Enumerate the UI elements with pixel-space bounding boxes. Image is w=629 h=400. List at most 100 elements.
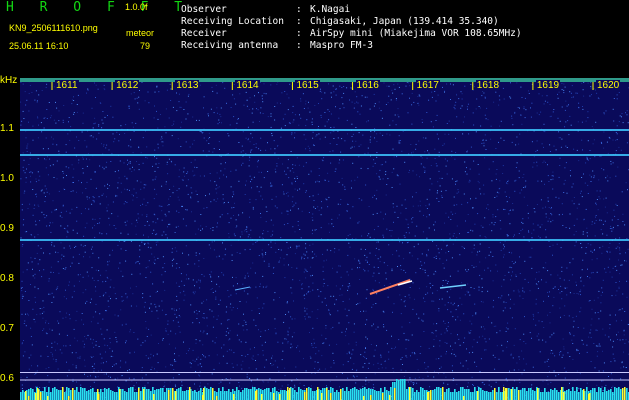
level-bar [486, 391, 488, 400]
level-bar [268, 388, 270, 400]
level-bar [468, 389, 470, 400]
level-bar [456, 392, 458, 400]
level-bar [266, 388, 268, 400]
level-bar [282, 390, 284, 400]
x-tick-label: 1615 [295, 80, 320, 91]
x-tick-label: 1617 [415, 80, 440, 91]
level-bar [524, 388, 526, 400]
level-bar [446, 389, 448, 400]
level-bar [586, 387, 588, 400]
level-bar [436, 387, 438, 400]
level-bar [338, 392, 340, 400]
x-tick-label: 1618 [475, 80, 501, 91]
level-bar [616, 388, 618, 400]
level-spike [330, 393, 332, 400]
level-bar [196, 392, 198, 400]
level-bar [550, 389, 552, 400]
level-bar [372, 389, 374, 400]
level-bar [214, 391, 216, 400]
level-bar [526, 391, 528, 400]
level-spike [306, 388, 308, 400]
detection-count: 79 [140, 41, 151, 51]
level-spike [518, 390, 520, 400]
level-bar [492, 390, 494, 400]
level-bar [218, 388, 220, 400]
level-bar [302, 390, 304, 400]
level-bar [406, 389, 408, 400]
level-bar [50, 392, 52, 400]
level-spike [175, 391, 177, 400]
level-spike [304, 392, 306, 400]
level-bar [186, 390, 188, 400]
level-bar [228, 389, 230, 400]
level-spike [98, 394, 100, 400]
level-bar [336, 390, 338, 400]
level-bar [242, 390, 244, 400]
level-spike [326, 388, 328, 400]
level-bar [348, 391, 350, 400]
level-bar [270, 392, 272, 400]
location-sep: : [296, 16, 302, 27]
level-bar [332, 388, 334, 400]
y-tick-label: 1.1 [0, 123, 14, 134]
level-bar [246, 388, 248, 400]
level-spike [622, 388, 624, 400]
level-spike [212, 388, 214, 400]
level-bar [250, 389, 252, 400]
level-bar [252, 387, 254, 400]
level-bar [236, 387, 238, 400]
level-bar [534, 391, 536, 400]
level-bar [612, 392, 614, 400]
level-bar [412, 388, 414, 400]
level-bar [134, 392, 136, 400]
level-spike [153, 394, 155, 400]
level-spike [463, 396, 465, 400]
level-bar [30, 388, 32, 400]
level-bar [58, 390, 60, 400]
level-bar [574, 391, 576, 400]
x-tick-label: 1616 [355, 80, 380, 91]
level-bar [418, 392, 420, 400]
level-bar [126, 392, 128, 400]
level-bar [308, 387, 310, 400]
level-bar [604, 387, 606, 400]
level-bar [124, 391, 126, 400]
level-bar [194, 390, 196, 400]
level-bar [530, 388, 532, 400]
level-spike [37, 388, 39, 400]
level-spike [370, 395, 372, 400]
level-bar [94, 392, 96, 400]
level-bar [368, 388, 370, 400]
level-bar [474, 387, 476, 400]
level-bar [378, 391, 380, 400]
level-bar [300, 389, 302, 400]
level-bar [618, 387, 620, 400]
level-bar [490, 392, 492, 400]
y-tick-label: 0.9 [0, 223, 14, 234]
level-bar [422, 388, 424, 400]
level-bar [500, 392, 502, 400]
level-bar [78, 392, 80, 400]
level-bar [334, 392, 336, 400]
level-bar [620, 389, 622, 400]
mode-label: meteor [126, 28, 155, 38]
level-spike [256, 390, 258, 400]
level-bar [90, 389, 92, 400]
level-bar [570, 391, 572, 400]
level-bar [166, 388, 168, 400]
level-bar [244, 388, 246, 400]
level-bar [384, 387, 386, 400]
level-bar [130, 387, 132, 400]
level-spike [505, 388, 507, 400]
level-bar [596, 392, 598, 400]
level-spike [382, 393, 384, 400]
level-bar [184, 391, 186, 400]
level-bar [208, 389, 210, 400]
level-bar [400, 379, 402, 400]
level-bar [52, 388, 54, 400]
level-bar [296, 392, 298, 400]
level-bar [580, 388, 582, 400]
level-bar [424, 390, 426, 400]
level-bar [128, 388, 130, 400]
level-bar [398, 380, 400, 400]
